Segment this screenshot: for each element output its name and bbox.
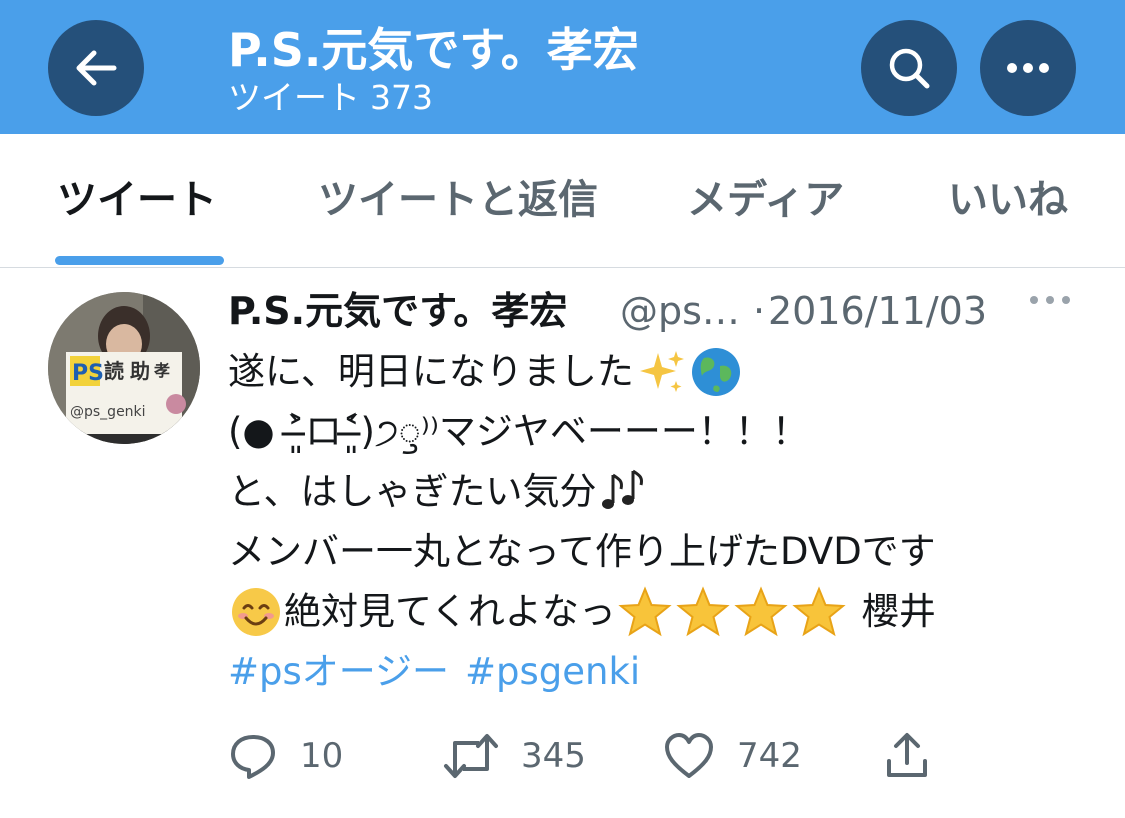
globe-icon [691, 348, 740, 396]
tweet-line: と、はしゃぎたい気分 [228, 462, 1108, 522]
like-button[interactable]: 742 [663, 726, 802, 786]
svg-text:孝: 孝 [153, 361, 170, 380]
arrow-left-icon [76, 50, 117, 86]
tweet-line: (● ˃̶͈̀ロ˂̶͈́)੭ꠥ⁾⁾マジヤベーーー！！！ [228, 402, 1108, 462]
reply-count: 10 [300, 736, 344, 776]
tweet-line-text: 櫻井 [861, 590, 936, 633]
retweet-icon [444, 734, 498, 778]
tweet-line: 絶対見てくれよなっ 櫻井 [228, 582, 1108, 642]
svg-text:助: 助 [130, 359, 150, 383]
author-name[interactable]: P.S.元気です。孝宏 [228, 286, 567, 336]
active-tab-indicator [55, 256, 224, 265]
musical-notes-icon [601, 469, 643, 509]
profile-tabs: ツイート ツイートと返信 メディア いいね [0, 134, 1125, 268]
tweet-line-text: メンバー一丸となって作り上げたDVDです [228, 530, 936, 573]
tweet-date[interactable]: 2016/11/03 [768, 286, 987, 336]
heart-icon [665, 733, 713, 778]
profile-header: P.S.元気です。孝宏 ツイート 373 [0, 0, 1125, 134]
separator-dot: · [753, 289, 766, 333]
back-button[interactable] [48, 20, 144, 116]
tab-likes[interactable]: いいね [948, 174, 1068, 226]
more-button[interactable] [980, 20, 1076, 116]
retweet-count: 345 [521, 736, 586, 776]
share-button[interactable] [883, 726, 931, 786]
like-count: 742 [737, 736, 802, 776]
retweet-button[interactable]: 345 [443, 726, 586, 786]
star-icon [618, 586, 672, 637]
sparkles-icon [639, 351, 684, 392]
tweet-count-value: 373 [370, 78, 433, 117]
star-icon [676, 586, 730, 637]
reply-icon [231, 735, 275, 779]
hashtag-link[interactable]: #psgenki [465, 642, 640, 702]
tweet-line: 遂に、明日になりました [228, 342, 1108, 402]
profile-title: P.S.元気です。孝宏 [228, 23, 639, 77]
search-button[interactable] [861, 20, 957, 116]
avatar[interactable]: PS 読 助 孝 @ps_genki [48, 292, 200, 444]
hashtag-link[interactable]: #psオージー [228, 642, 449, 702]
smiling-face-icon [232, 588, 280, 636]
tab-tweets-and-replies[interactable]: ツイートと返信 [318, 174, 598, 226]
avatar-image: PS 読 助 孝 @ps_genki [48, 292, 200, 444]
tweet-count-label: ツイート [228, 78, 360, 117]
more-horizontal-icon [1007, 63, 1049, 73]
star-icon [792, 586, 846, 637]
star-icon [734, 586, 788, 637]
avatar-sign-text: @ps_genki [70, 404, 146, 420]
share-icon [887, 733, 927, 777]
tweet-actions: 10 345 742 [228, 726, 1098, 786]
tweet-line-text: 遂に、明日になりました [228, 350, 634, 393]
svg-text:PS: PS [72, 361, 104, 386]
tab-tweets[interactable]: ツイート [57, 174, 217, 226]
tweet-text: 遂に、明日になりました (● ˃̶͈̀ロ˂̶͈́)੭ꠥ⁾⁾マジヤベーーー！！！ … [228, 342, 1108, 702]
author-handle[interactable]: @ps… [620, 286, 740, 336]
tweet-line-text: 絶対見てくれよなっ [284, 590, 616, 633]
hashtag-line: #psオージー #psgenki [228, 642, 1108, 702]
tweet-count: ツイート 373 [228, 78, 443, 118]
reply-button[interactable]: 10 [228, 726, 343, 786]
search-icon [889, 48, 930, 89]
tweet-more-icon[interactable] [1028, 294, 1072, 306]
tweet-header: P.S.元気です。孝宏 @ps… · 2016/11/03 [228, 286, 1098, 336]
svg-text:読: 読 [104, 359, 124, 383]
tweet-line: メンバー一丸となって作り上げたDVDです [228, 522, 1108, 582]
tab-media[interactable]: メディア [687, 174, 844, 226]
tweet-line-text: (● ˃̶͈̀ロ˂̶͈́)੭ꠥ⁾⁾マジヤベーーー！！！ [228, 410, 809, 453]
tweet-line-text: と、はしゃぎたい気分 [228, 470, 597, 513]
